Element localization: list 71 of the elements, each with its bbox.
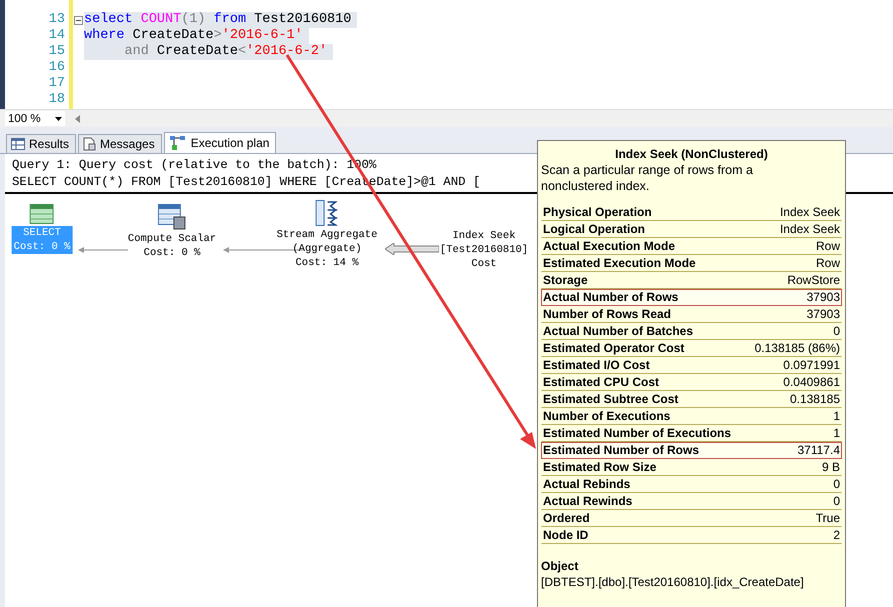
property-value: Row	[816, 256, 840, 271]
property-value: 37903	[806, 307, 840, 322]
property-label: Estimated Row Size	[543, 460, 656, 475]
property-value: 37117.4	[798, 443, 840, 458]
property-value: 1	[833, 426, 840, 441]
property-label: Actual Execution Mode	[543, 239, 676, 254]
property-label: Estimated I/O Cost	[543, 358, 650, 373]
property-value: 0	[833, 477, 840, 492]
tab[interactable]: Results	[6, 134, 76, 153]
property-value: 0.138185	[790, 392, 840, 407]
property-value: 0	[833, 324, 840, 339]
property-value: 9 B	[822, 460, 840, 475]
property-value: 0.0409861	[783, 375, 840, 390]
code-line: select COUNT(1) from Test20160810	[84, 12, 352, 28]
property-value: Index Seek	[780, 222, 840, 237]
table-calculator-icon	[158, 204, 186, 230]
property-label: Number of Executions	[543, 409, 670, 424]
property-value: 1	[833, 409, 840, 424]
property-value: 37903	[806, 290, 840, 305]
property-label: Storage	[543, 273, 588, 288]
zoom-dropdown[interactable]: 100 %	[5, 111, 65, 126]
property-value: True	[816, 511, 840, 526]
property-label: Actual Rebinds	[543, 477, 630, 492]
plan-node-label[interactable]: Stream Aggregate (Aggregate) Cost: 14 %	[274, 228, 380, 270]
property-value: 0	[833, 494, 840, 509]
tab[interactable]: Messages	[78, 134, 162, 153]
grid-icon	[11, 138, 25, 150]
property-label: Logical Operation	[543, 222, 646, 237]
property-label: Node ID	[543, 528, 588, 543]
flow-arrow	[385, 243, 439, 255]
sigma-aggregate-icon	[316, 200, 338, 226]
plan-node-label[interactable]: Compute Scalar Cost: 0 %	[126, 232, 218, 260]
property-label: Estimated Execution Mode	[543, 256, 696, 271]
tooltip-title: Index Seek (NonClustered)	[614, 146, 769, 162]
line-number: 13	[48, 12, 65, 28]
tab[interactable]: Execution plan	[164, 132, 276, 153]
property-label: Actual Number of Batches	[543, 324, 694, 339]
object-value: [DBTEST].[dbo].[Test20160810].[idx_CreateDate]	[541, 574, 805, 590]
caret-icon	[55, 116, 62, 120]
property-label: Actual Rewinds	[543, 494, 632, 509]
line-number: 15	[48, 44, 65, 60]
document-icon	[83, 137, 96, 151]
property-label: Estimated Operator Cost	[543, 341, 684, 356]
line-number: 14	[48, 28, 65, 44]
property-value: 0.0971991	[783, 358, 840, 373]
plan-node-label[interactable]: Index Seek [Test20160810] Cost	[438, 229, 530, 271]
property-value: 0.138185 (86%)	[754, 341, 840, 356]
property-label: Physical Operation	[543, 205, 652, 220]
flow-arrow	[78, 247, 128, 253]
property-value: RowStore	[787, 273, 840, 288]
line-number: 17	[48, 76, 65, 92]
property-label: Estimated Number of Rows	[543, 443, 700, 458]
flow-diagram-icon	[168, 135, 187, 151]
property-value: 2	[833, 528, 840, 543]
code-line: where CreateDate>'2016-6-1'	[84, 28, 304, 44]
property-label: Number of Rows Read	[543, 307, 672, 322]
property-value: Index Seek	[780, 205, 840, 220]
code-line: and CreateDate<'2016-6-2'	[124, 44, 328, 60]
line-number: 16	[48, 60, 65, 76]
object-label: Object	[541, 558, 580, 574]
property-label: Estimated Subtree Cost	[543, 392, 678, 407]
line-number: 18	[48, 92, 65, 108]
result-grid-icon	[30, 204, 54, 224]
scroll-left-icon[interactable]	[75, 114, 80, 122]
collapse-icon[interactable]	[74, 16, 83, 24]
property-value: Row	[816, 239, 840, 254]
property-label: Actual Number of Rows	[543, 290, 678, 305]
property-label: Estimated CPU Cost	[543, 375, 660, 390]
tooltip-description: Scan a particular range of rows from a nonclustered index.	[541, 162, 754, 194]
property-label: Estimated Number of Executions	[543, 426, 732, 441]
property-label: Ordered	[543, 511, 590, 526]
